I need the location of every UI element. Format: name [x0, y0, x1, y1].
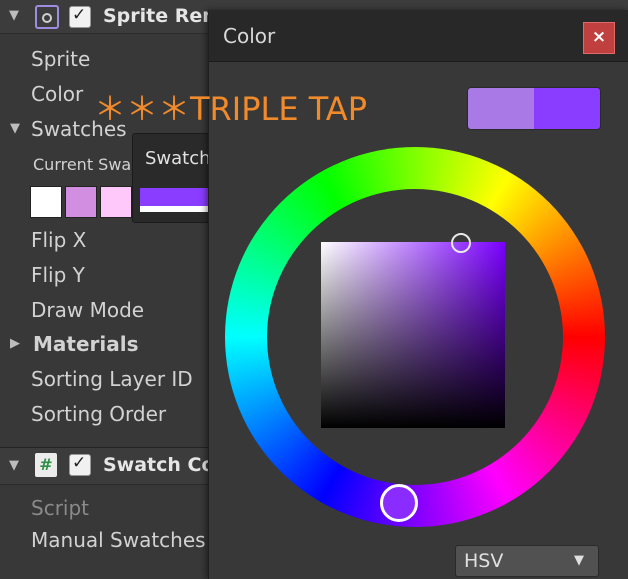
close-button[interactable]: ×	[583, 22, 615, 54]
tooltip-title: Swatch	[145, 148, 211, 169]
swatch-component-enabled-checkbox[interactable]: ✓	[69, 453, 91, 476]
eye-icon	[42, 13, 52, 23]
checkmark-icon: ✓	[72, 5, 87, 25]
color-label: Color	[31, 82, 84, 106]
checkmark-icon: ✓	[72, 453, 87, 473]
saturation-value-handle[interactable]	[451, 233, 471, 253]
dropdown-arrow-icon: ▼	[574, 553, 584, 568]
flip-y-label: Flip Y	[31, 263, 85, 287]
sprite-renderer-title: Sprite Ren	[103, 5, 216, 27]
current-color-swatch	[534, 88, 600, 129]
swatch-component-title: Swatch Co	[103, 454, 215, 476]
flip-x-label: Flip X	[31, 228, 87, 252]
sorting-layer-id-label: Sorting Layer ID	[31, 367, 193, 391]
color-mode-dropdown[interactable]: HSV ▼	[455, 545, 599, 577]
materials-fold-icon[interactable]: ▶	[10, 336, 20, 351]
draw-mode-label: Draw Mode	[31, 298, 145, 322]
script-icon: #	[35, 453, 57, 477]
sprite-label: Sprite	[31, 47, 91, 71]
saturation-value-square[interactable]	[321, 242, 505, 428]
sorting-order-label: Sorting Order	[31, 402, 167, 426]
sprite-renderer-enabled-checkbox[interactable]: ✓	[69, 5, 91, 28]
triple-tap-annotation: ＊＊＊TRIPLE TAP	[94, 90, 367, 128]
color-preview	[467, 87, 601, 130]
swatch-white[interactable]	[30, 186, 62, 218]
previous-color-swatch[interactable]	[468, 88, 534, 129]
current-swatch-label: Current Swa	[33, 155, 132, 174]
fold-arrow-icon[interactable]: ▼	[9, 8, 19, 23]
script-label: Script	[31, 496, 90, 520]
swatch-pink[interactable]	[100, 186, 132, 218]
color-window-titlebar[interactable]: Color ×	[209, 10, 628, 62]
hue-handle[interactable]	[380, 484, 418, 522]
color-mode-value: HSV	[464, 550, 504, 572]
swatch-orchid[interactable]	[65, 186, 97, 218]
fold-arrow-icon[interactable]: ▼	[9, 458, 19, 473]
swatches-fold-icon[interactable]: ▼	[10, 121, 20, 136]
color-window-title: Color	[223, 24, 276, 48]
manual-swatches-label: Manual Swatches	[31, 528, 206, 552]
sprite-renderer-icon	[35, 5, 59, 29]
materials-label[interactable]: Materials	[33, 332, 139, 356]
tooltip-swatch-purple[interactable]	[140, 188, 218, 212]
